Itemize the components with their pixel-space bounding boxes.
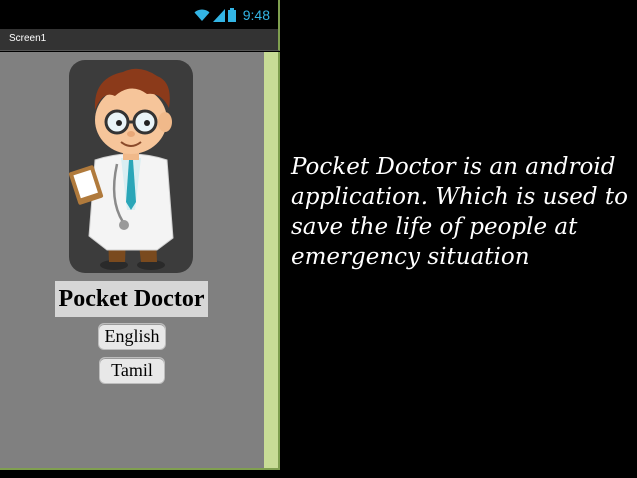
doctor-cartoon-icon — [69, 68, 174, 270]
scrollbar[interactable] — [264, 52, 280, 470]
signal-icon — [212, 9, 225, 22]
screen-title: Screen1 — [9, 33, 47, 44]
phone-frame: 9:48 Screen1 Pocket Doctor English Tamil — [0, 0, 280, 470]
doctor-image — [69, 60, 193, 273]
app-description: Pocket Doctor is an android application.… — [291, 154, 628, 270]
status-bar: 9:48 — [0, 0, 280, 29]
status-time: 9:48 — [242, 7, 270, 23]
status-icons: 9:48 — [194, 5, 270, 25]
tamil-button[interactable]: Tamil — [99, 357, 165, 384]
frame-divider — [0, 468, 280, 470]
battery-icon — [227, 8, 236, 22]
app-title: Pocket Doctor — [55, 281, 208, 317]
title-bar: Screen1 — [0, 29, 280, 51]
wifi-icon — [194, 9, 210, 21]
english-button[interactable]: English — [98, 323, 166, 350]
